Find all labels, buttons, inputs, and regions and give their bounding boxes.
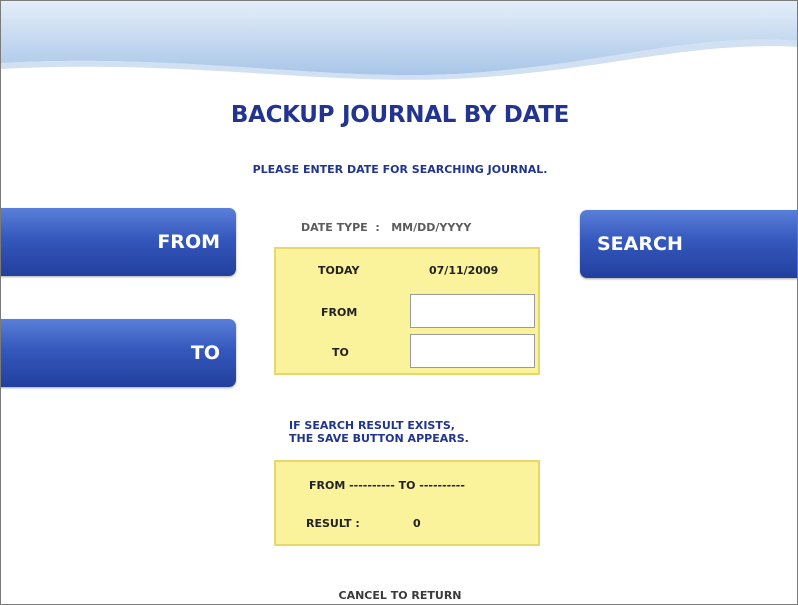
search-result-panel: FROM ---------- TO ---------- RESULT : 0 <box>274 460 540 546</box>
from-button-label: FROM <box>157 231 220 253</box>
date-entry-panel: TODAY 07/11/2009 FROM TO <box>274 247 540 375</box>
date-type-hint: DATE TYPE : MM/DD/YYYY <box>301 221 472 234</box>
today-value: 07/11/2009 <box>429 264 499 277</box>
today-label: TODAY <box>318 264 360 277</box>
from-date-field[interactable] <box>410 294 535 328</box>
result-range-text: FROM ---------- TO ---------- <box>309 479 465 492</box>
notice-line-2: THE SAVE BUTTON APPEARS. <box>289 432 469 445</box>
result-count: 0 <box>413 517 421 530</box>
to-field-label: TO <box>332 346 349 359</box>
from-field-label: FROM <box>321 306 358 319</box>
cancel-return-text[interactable]: CANCEL TO RETURN <box>1 589 797 602</box>
header-wave-decoration <box>1 1 797 80</box>
instruction-text: PLEASE ENTER DATE FOR SEARCHING JOURNAL. <box>252 163 548 176</box>
search-button-label: SEARCH <box>597 233 683 255</box>
to-button[interactable]: TO <box>1 319 236 387</box>
to-button-label: TO <box>190 342 220 364</box>
search-button[interactable]: SEARCH <box>580 210 797 278</box>
save-button-notice: IF SEARCH RESULT EXISTS, THE SAVE BUTTON… <box>289 419 469 445</box>
result-label: RESULT : <box>306 517 360 530</box>
notice-line-1: IF SEARCH RESULT EXISTS, <box>289 419 455 432</box>
page-title: BACKUP JOURNAL BY DATE <box>230 102 570 128</box>
atm-screen: BACKUP JOURNAL BY DATE PLEASE ENTER DATE… <box>0 0 798 605</box>
from-button[interactable]: FROM <box>1 208 236 276</box>
to-date-field[interactable] <box>410 334 535 368</box>
